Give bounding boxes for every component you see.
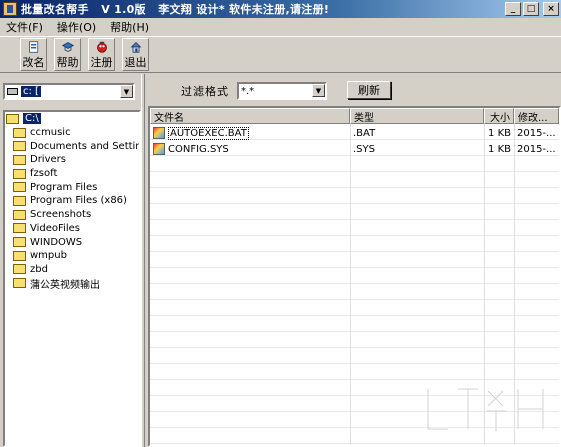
file-row[interactable]: CONFIG.SYS .SYS 1 KB 2015-... (150, 141, 559, 157)
menu-operate[interactable]: 操作(O) (51, 19, 104, 35)
folder-icon (13, 168, 26, 179)
folder-icon (13, 141, 26, 152)
folder-icon (13, 264, 26, 275)
file-modified: 2015-... (517, 143, 556, 155)
tree-folder[interactable]: wmpub (5, 249, 139, 263)
menu-file[interactable]: 文件(F) (0, 19, 51, 35)
help-icon (61, 42, 74, 52)
tree-root[interactable]: C:\ (5, 112, 139, 126)
folder-icon (13, 127, 26, 138)
close-button[interactable]: × (543, 2, 559, 16)
column-header-size[interactable]: 大小 (484, 108, 514, 124)
file-size: 1 KB (488, 143, 511, 155)
folder-icon (13, 223, 26, 234)
register-button[interactable]: 注册 (88, 38, 115, 71)
column-header-modified[interactable]: 修改... (514, 108, 559, 124)
file-type: .SYS (353, 143, 375, 155)
tree-folder[interactable]: Program Files (x86) (5, 194, 139, 208)
file-name: CONFIG.SYS (168, 143, 229, 155)
folder-icon (13, 195, 26, 206)
help-button[interactable]: 帮助 (54, 38, 81, 71)
left-pane: c: [ ▼ C:\ ccmusic Documents and Setting… (0, 74, 141, 447)
tree-folder[interactable]: fzsoft (5, 167, 139, 181)
register-label: 注册 (90, 56, 113, 69)
help-label: 帮助 (56, 56, 79, 69)
exit-icon (130, 41, 141, 53)
file-icon (153, 127, 165, 139)
tree-folder[interactable]: Screenshots (5, 208, 139, 222)
column-header-name[interactable]: 文件名 (150, 108, 350, 124)
menu-help[interactable]: 帮助(H) (104, 19, 157, 35)
tree-folder[interactable]: WINDOWS (5, 235, 139, 249)
folder-icon (13, 250, 26, 261)
folder-icon (13, 182, 26, 193)
folder-icon (13, 278, 26, 289)
open-folder-icon (6, 113, 19, 124)
folder-icon (13, 237, 26, 248)
file-row[interactable]: AUTOEXEC.BAT .BAT 1 KB 2015-... (150, 125, 559, 141)
filter-label: 过滤格式 (181, 85, 229, 98)
tree-folder[interactable]: Documents and Settings (5, 139, 139, 153)
column-header-type[interactable]: 类型 (350, 108, 484, 124)
filter-value: *.* (241, 85, 255, 97)
exit-button[interactable]: 退出 (122, 38, 149, 71)
window-title: 批量改名帮手 V 1.0版 李文翔 设计* 软件未注册,请注册! (21, 3, 330, 16)
tree-folder[interactable]: ccmusic (5, 126, 139, 140)
rename-button[interactable]: 改名 (20, 38, 47, 71)
list-header: 文件名 类型 大小 修改... (150, 108, 559, 124)
rename-icon (28, 41, 38, 53)
menu-bar: 文件(F) 操作(O) 帮助(H) (0, 18, 561, 36)
file-type: .BAT (353, 127, 376, 139)
column-divider (350, 124, 351, 445)
drive-icon (7, 88, 18, 95)
folder-icon (13, 154, 26, 165)
maximize-button[interactable]: □ (523, 2, 539, 16)
app-icon (3, 2, 17, 16)
folder-tree[interactable]: C:\ ccmusic Documents and Settings Drive… (3, 110, 141, 447)
tree-folder[interactable]: Drivers (5, 153, 139, 167)
minimize-button[interactable]: _ (505, 2, 521, 16)
caption-buttons: _ □ × (505, 2, 559, 16)
drive-value: c: [ (21, 86, 41, 97)
title-bar: 批量改名帮手 V 1.0版 李文翔 设计* 软件未注册,请注册! _ □ × (0, 0, 561, 18)
chevron-down-icon[interactable]: ▼ (120, 85, 133, 98)
tree-folder[interactable]: Program Files (5, 180, 139, 194)
file-name: AUTOEXEC.BAT (168, 126, 249, 140)
tree-folder[interactable]: zbd (5, 263, 139, 277)
file-size: 1 KB (488, 127, 511, 139)
filter-select[interactable]: *.* ▼ (237, 82, 327, 100)
rename-label: 改名 (22, 56, 45, 69)
exit-label: 退出 (124, 56, 147, 69)
folder-icon (13, 209, 26, 220)
refresh-button[interactable]: 刷新 (347, 81, 391, 99)
file-icon (153, 143, 165, 155)
watermark-logo (426, 387, 545, 431)
toolbar: 改名 帮助 注册 退出 (0, 36, 561, 73)
chevron-down-icon[interactable]: ▼ (312, 84, 325, 97)
file-modified: 2015-... (517, 127, 556, 139)
drive-select[interactable]: c: [ ▼ (3, 83, 135, 100)
register-icon (96, 41, 107, 53)
tree-folder[interactable]: 蒲公英视频输出 (5, 276, 139, 291)
tree-folder[interactable]: VideoFiles (5, 222, 139, 236)
